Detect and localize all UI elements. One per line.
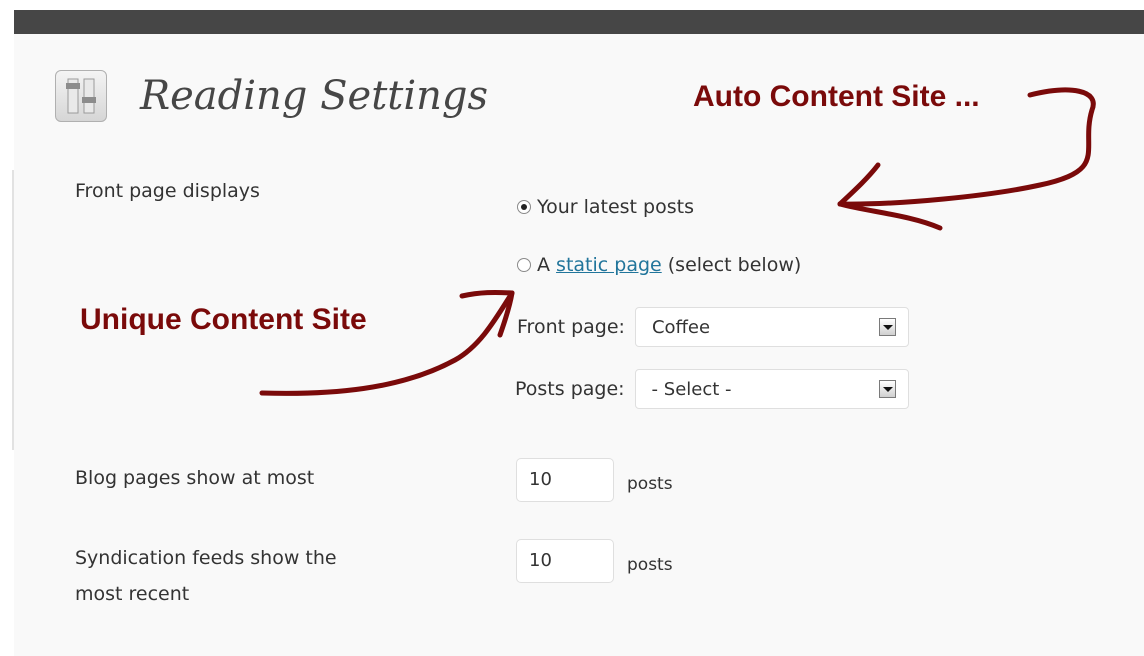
auto-content-arrow: [837, 87, 1096, 207]
auto-content-arrowhead-top: [837, 162, 881, 207]
unique-content-arrow: [259, 290, 515, 396]
annotation-arrows: [259, 87, 1096, 396]
unique-content-arrowhead-top: [459, 289, 515, 299]
auto-content-arrowhead-bottom: [837, 201, 943, 231]
